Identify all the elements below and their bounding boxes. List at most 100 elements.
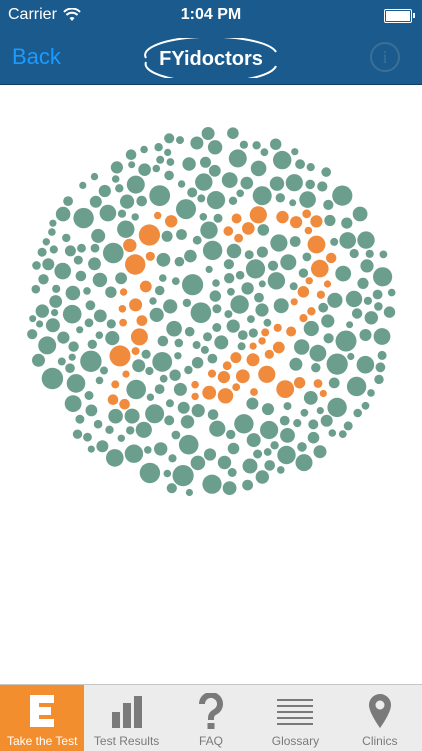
figure-dot — [307, 235, 326, 254]
back-button[interactable]: Back — [12, 44, 61, 70]
background-dot — [356, 355, 375, 374]
background-dot — [161, 230, 173, 242]
background-dot — [277, 466, 285, 474]
background-dot — [163, 299, 178, 314]
background-dot — [224, 273, 235, 284]
figure-dot — [230, 352, 242, 364]
background-dot — [205, 265, 213, 273]
background-dot — [338, 430, 347, 438]
background-dot — [136, 195, 147, 207]
background-dot — [255, 303, 269, 317]
background-dot — [228, 196, 238, 205]
figure-dot — [290, 216, 303, 229]
background-dot — [295, 159, 305, 170]
background-dot — [209, 290, 221, 302]
tab-glossary[interactable]: Glossary — [253, 685, 337, 751]
figure-dot — [304, 226, 313, 235]
figure-dot — [217, 371, 230, 384]
background-dot — [145, 366, 154, 376]
background-dot — [57, 357, 66, 366]
background-dot — [187, 187, 198, 198]
figure-dot — [249, 342, 257, 350]
figure-dot — [264, 349, 274, 359]
figure-dot — [130, 328, 148, 346]
background-dot — [192, 235, 202, 245]
background-dot — [323, 333, 334, 344]
background-dot — [305, 179, 316, 190]
background-dot — [256, 246, 268, 258]
figure-dot — [258, 365, 276, 383]
background-dot — [280, 254, 297, 271]
background-dot — [180, 415, 195, 429]
status-time: 1:04 PM — [180, 6, 242, 23]
background-dot — [154, 384, 165, 394]
background-dot — [335, 330, 357, 352]
bar-chart-icon — [107, 691, 147, 731]
background-dot — [326, 353, 348, 375]
background-dot — [246, 433, 261, 448]
tab-label-test-results: Test Results — [93, 734, 160, 748]
info-icon[interactable]: i — [370, 42, 400, 72]
background-dot — [352, 206, 368, 222]
background-dot — [73, 255, 83, 265]
background-dot — [75, 414, 85, 424]
tab-faq[interactable]: FAQ — [169, 685, 253, 751]
background-dot — [90, 172, 99, 181]
background-dot — [149, 307, 164, 322]
figure-dot — [165, 215, 178, 228]
background-dot — [195, 173, 213, 191]
background-dot — [260, 420, 279, 440]
background-dot — [235, 270, 245, 280]
background-dot — [164, 170, 174, 181]
background-dot — [154, 285, 165, 296]
figure-dot — [125, 254, 146, 275]
background-dot — [226, 429, 236, 440]
background-dot — [182, 274, 204, 296]
background-dot — [206, 191, 226, 210]
background-dot — [191, 357, 204, 369]
tab-bar: Take the Test Test Results FAQ Glossary … — [0, 684, 422, 751]
figure-dot — [319, 389, 327, 398]
background-dot — [224, 310, 233, 319]
background-dot — [270, 138, 282, 150]
background-dot — [190, 455, 206, 471]
background-dot — [45, 318, 60, 333]
background-dot — [105, 425, 114, 434]
background-dot — [126, 379, 146, 400]
figure-dot — [202, 385, 217, 400]
background-dot — [84, 391, 94, 400]
background-dot — [202, 240, 223, 261]
background-dot — [364, 311, 378, 325]
background-dot — [323, 199, 334, 210]
figure-dot — [250, 388, 258, 396]
background-dot — [159, 374, 168, 383]
tab-take-the-test[interactable]: Take the Test — [0, 685, 85, 751]
background-dot — [303, 391, 318, 405]
background-dot — [120, 194, 135, 209]
background-dot — [131, 213, 139, 221]
background-dot — [38, 336, 57, 355]
background-dot — [273, 298, 289, 314]
background-dot — [49, 295, 63, 308]
background-dot — [230, 295, 249, 314]
background-dot — [357, 277, 369, 289]
background-dot — [263, 448, 272, 456]
background-dot — [226, 319, 240, 333]
tab-test-results[interactable]: Test Results — [84, 685, 168, 751]
figure-dot — [311, 259, 329, 278]
background-dot — [176, 136, 184, 145]
background-dot — [297, 442, 307, 452]
background-dot — [117, 434, 126, 442]
background-dot — [57, 331, 70, 344]
figure-dot — [307, 307, 316, 316]
figure-dot — [302, 209, 312, 219]
background-dot — [289, 236, 301, 247]
background-dot — [42, 238, 50, 246]
list-icon — [275, 691, 315, 731]
figure-dot — [258, 337, 266, 345]
background-dot — [177, 401, 190, 414]
figure-dot — [305, 277, 313, 285]
background-dot — [273, 150, 292, 170]
background-dot — [267, 272, 286, 290]
tab-clinics[interactable]: Clinics — [338, 685, 422, 751]
